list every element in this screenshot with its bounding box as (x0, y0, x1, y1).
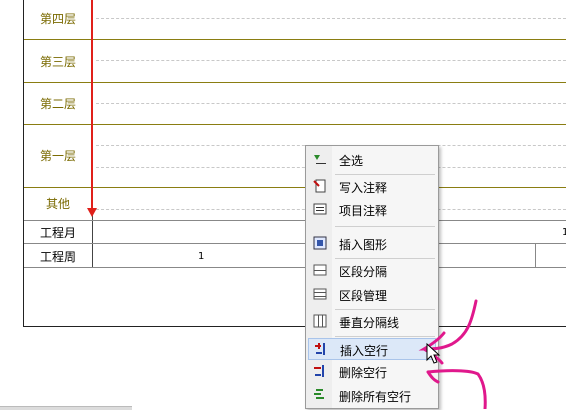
menu-item-delete-all-blank-rows[interactable]: 删除所有空行 (308, 385, 436, 407)
delete-blank-row-icon (314, 365, 324, 377)
month-tick: 1 (562, 227, 566, 238)
menu-item-label: 插入空行 (340, 344, 389, 358)
menu-item-label: 区段分隔 (339, 265, 388, 279)
row-separator (24, 124, 566, 125)
chart-frame-bottom (23, 326, 566, 327)
write-note-icon (313, 179, 326, 193)
row-separator (24, 220, 566, 221)
row-label-floor2: 第二层 (39, 97, 76, 111)
axis-label-month: 工程月 (39, 226, 76, 240)
menu-item-insert-blank-row[interactable]: 插入空行 (308, 338, 436, 360)
select-all-icon (314, 155, 326, 164)
menu-separator (335, 258, 435, 259)
current-date-marker-arrow-icon (87, 208, 97, 217)
insert-blank-row-icon (315, 343, 325, 355)
context-menu: 全选 写入注释 项目注释 插入图形 区段分隔 区段管理 垂直分隔线 插入空行 删… (305, 145, 439, 409)
row-label-floor4: 第四层 (39, 12, 76, 26)
menu-separator (335, 174, 435, 175)
week-tick: 1 (198, 251, 205, 262)
menu-item-label: 删除空行 (339, 366, 388, 380)
vertical-divider-icon (313, 314, 327, 328)
menu-item-delete-blank-row[interactable]: 删除空行 (308, 361, 436, 383)
menu-separator (335, 226, 435, 227)
menu-item-project-note[interactable]: 项目注释 (308, 199, 436, 221)
project-note-icon (313, 203, 327, 215)
row-gridline (96, 18, 566, 19)
menu-item-label: 垂直分隔线 (339, 316, 400, 330)
menu-item-section-divider[interactable]: 区段分隔 (308, 260, 436, 282)
section-manage-icon (313, 288, 327, 300)
menu-item-label: 全选 (339, 154, 364, 168)
menu-separator (335, 336, 435, 337)
menu-item-label: 写入注释 (339, 181, 388, 195)
horizontal-scrollbar[interactable] (0, 406, 132, 410)
menu-item-section-manage[interactable]: 区段管理 (308, 284, 436, 306)
row-label-floor3: 第三层 (39, 55, 76, 69)
row-separator (24, 187, 566, 188)
row-label-other: 其他 (45, 197, 70, 211)
axis-label-week: 工程周 (39, 250, 76, 264)
menu-item-write-note[interactable]: 写入注释 (308, 176, 436, 198)
insert-shape-icon (313, 236, 327, 250)
section-divider-icon (313, 264, 327, 276)
row-label-floor1: 第一层 (39, 149, 76, 163)
row-gridline (96, 60, 566, 61)
axis-separator (24, 267, 566, 268)
schedule-chart-area: 第四层 第三层 第二层 第一层 其他 工程月 1 工程周 1 (0, 0, 566, 409)
menu-item-label: 插入图形 (339, 238, 388, 252)
current-date-marker[interactable] (91, 0, 93, 208)
axis-separator (24, 243, 566, 244)
menu-item-select-all[interactable]: 全选 (308, 149, 436, 171)
menu-item-label: 项目注释 (339, 204, 388, 218)
menu-item-insert-shape[interactable]: 插入图形 (308, 233, 436, 255)
menu-separator (335, 309, 435, 310)
row-gridline (96, 103, 566, 104)
delete-all-blank-rows-icon (314, 389, 324, 399)
week-cell-divider (535, 244, 536, 267)
menu-item-label: 删除所有空行 (339, 390, 412, 404)
menu-item-vertical-divider[interactable]: 垂直分隔线 (308, 311, 436, 333)
row-separator (24, 39, 566, 40)
row-separator (24, 82, 566, 83)
menu-item-label: 区段管理 (339, 289, 388, 303)
